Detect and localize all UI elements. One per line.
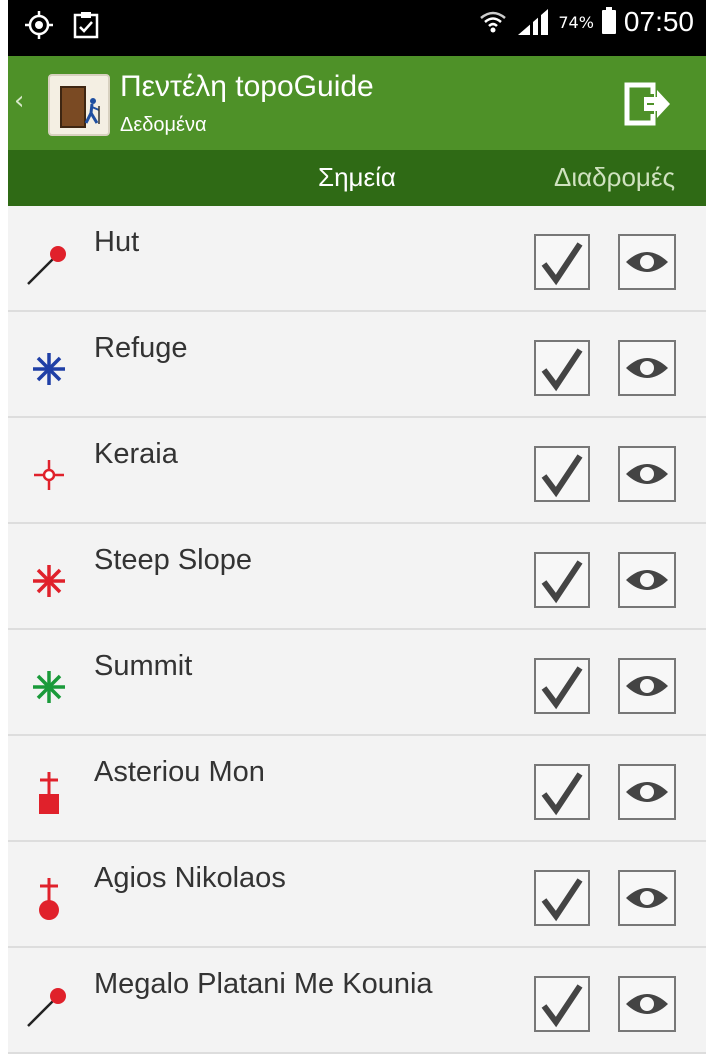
exit-button[interactable] <box>624 82 672 126</box>
red-crosshair-icon <box>24 450 74 500</box>
view-button[interactable] <box>618 446 676 502</box>
app-logo[interactable] <box>48 74 110 136</box>
checkmark-icon <box>541 560 583 604</box>
red-cross-circle-icon <box>24 874 74 924</box>
visibility-checkbox[interactable] <box>534 976 590 1032</box>
eye-icon <box>626 464 668 484</box>
list-item[interactable]: Refuge <box>8 312 706 418</box>
red-pin-icon <box>24 238 74 288</box>
green-asterisk-icon <box>24 662 74 712</box>
signal-icon <box>516 7 550 37</box>
eye-icon <box>626 994 668 1014</box>
view-button[interactable] <box>618 976 676 1032</box>
list-item-label: Agios Nikolaos <box>94 862 286 894</box>
checkmark-icon <box>541 454 583 498</box>
checkmark-icon <box>541 242 583 286</box>
clipboard-icon <box>72 10 100 40</box>
eye-icon <box>626 252 668 272</box>
points-list: Hut Refuge Keraia Steep Slope Summit Ast… <box>8 206 706 1054</box>
tab-routes[interactable]: Διαδρομές <box>554 162 675 193</box>
list-item[interactable]: Asteriou Mon <box>8 736 706 842</box>
visibility-checkbox[interactable] <box>534 870 590 926</box>
list-item[interactable]: Steep Slope <box>8 524 706 630</box>
tab-points[interactable]: Σημεία <box>318 162 396 193</box>
list-item-label: Steep Slope <box>94 544 253 576</box>
wifi-icon <box>478 7 508 37</box>
exit-icon <box>624 82 670 126</box>
list-item[interactable]: Hut <box>8 206 706 312</box>
visibility-checkbox[interactable] <box>534 340 590 396</box>
eye-icon <box>626 782 668 802</box>
view-button[interactable] <box>618 552 676 608</box>
action-bar: ‹ Πεντέλη topoGuide Δεδομένα <box>8 56 706 150</box>
location-target-icon <box>24 10 54 40</box>
list-item-label: Refuge <box>94 332 188 364</box>
eye-icon <box>626 358 668 378</box>
red-asterisk-icon <box>24 556 74 606</box>
view-button[interactable] <box>618 870 676 926</box>
checkmark-icon <box>541 878 583 922</box>
visibility-checkbox[interactable] <box>534 764 590 820</box>
checkmark-icon <box>541 666 583 710</box>
eye-icon <box>626 570 668 590</box>
view-button[interactable] <box>618 658 676 714</box>
list-item[interactable]: Agios Nikolaos <box>8 842 706 948</box>
list-item-label: Megalo Platani Me Kounia <box>94 968 433 1000</box>
status-bar: 74% 07:50 <box>8 0 706 56</box>
red-pin-icon <box>24 980 74 1030</box>
clock: 07:50 <box>623 6 694 37</box>
view-button[interactable] <box>618 234 676 290</box>
checkmark-icon <box>541 348 583 392</box>
visibility-checkbox[interactable] <box>534 446 590 502</box>
chevron-left-icon[interactable]: ‹ <box>14 86 24 116</box>
visibility-checkbox[interactable] <box>534 552 590 608</box>
view-button[interactable] <box>618 340 676 396</box>
app-subtitle: Δεδομένα <box>120 114 207 136</box>
list-item-label: Asteriou Mon <box>94 756 265 788</box>
tab-bar: Σημεία Διαδρομές <box>8 150 706 206</box>
list-item[interactable]: Keraia <box>8 418 706 524</box>
checkmark-icon <box>541 984 583 1028</box>
checkmark-icon <box>541 772 583 816</box>
list-item[interactable]: Megalo Platani Me Kounia <box>8 948 706 1054</box>
list-item-label: Hut <box>94 226 140 258</box>
list-item-label: Keraia <box>94 438 178 470</box>
list-item[interactable]: Summit <box>8 630 706 736</box>
battery-percent: 74% <box>558 12 594 32</box>
visibility-checkbox[interactable] <box>534 658 590 714</box>
visibility-checkbox[interactable] <box>534 234 590 290</box>
view-button[interactable] <box>618 764 676 820</box>
battery-icon <box>601 7 616 34</box>
eye-icon <box>626 888 668 908</box>
eye-icon <box>626 676 668 696</box>
app-title: Πεντέλη topoGuide <box>120 70 374 103</box>
list-item-label: Summit <box>94 650 193 682</box>
blue-asterisk-icon <box>24 344 74 394</box>
red-cross-square-icon <box>24 768 74 818</box>
